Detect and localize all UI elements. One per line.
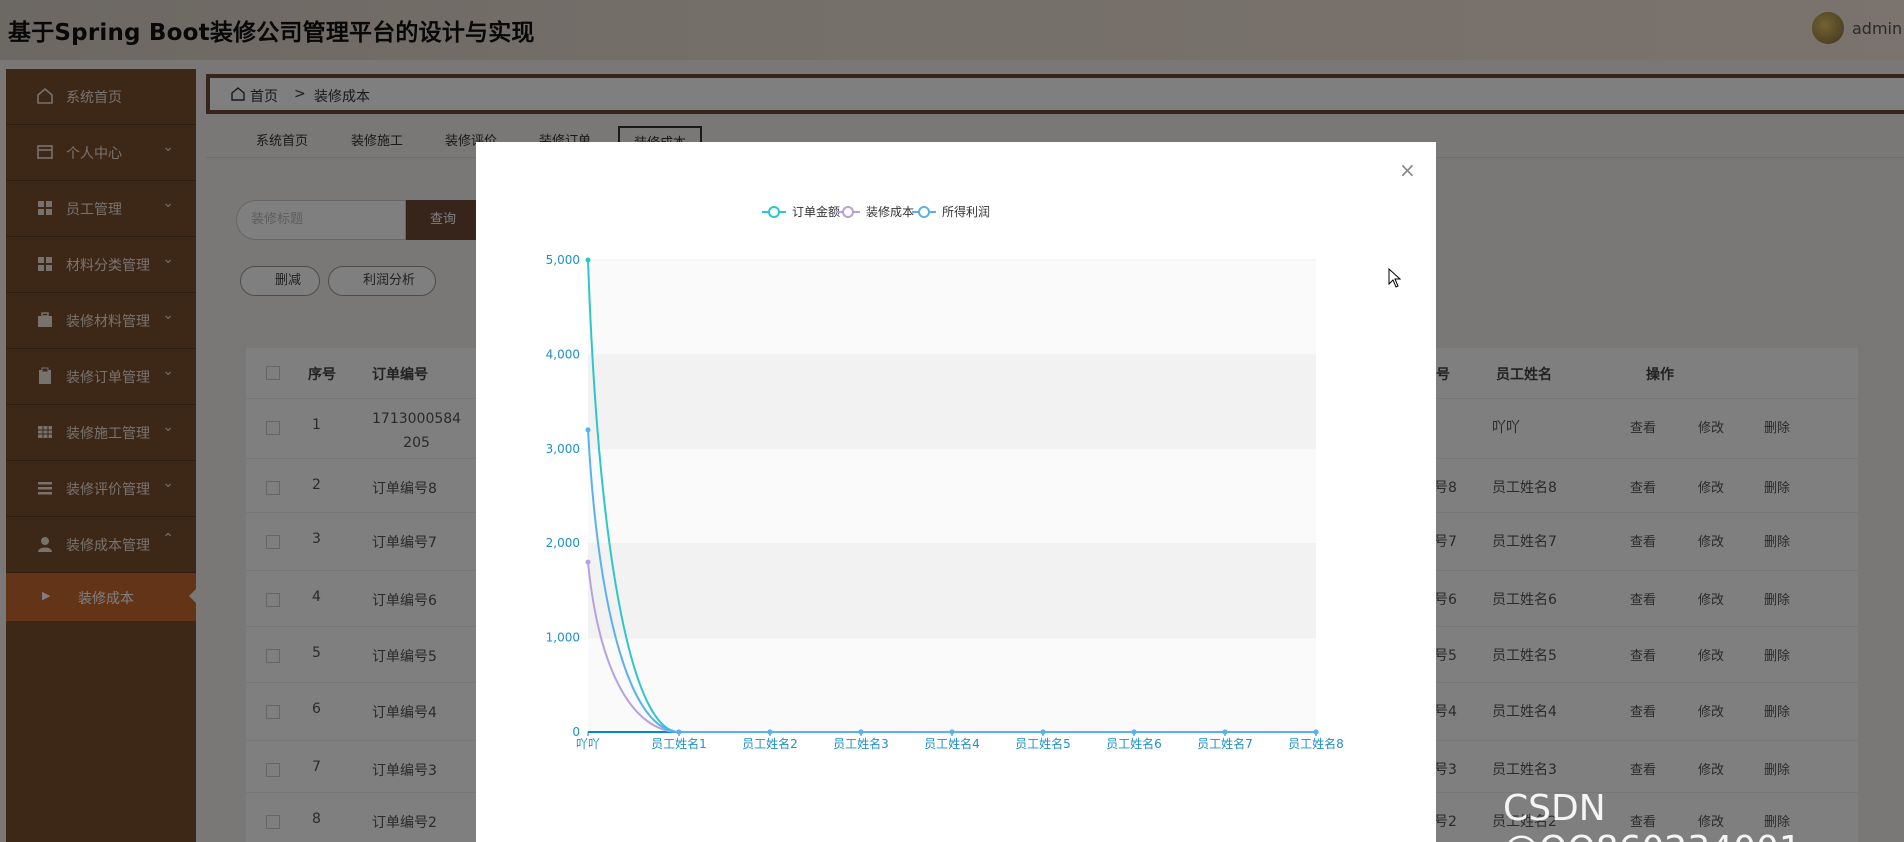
profit-line-chart: 01,0002,0003,0004,0005,000吖吖 员工姓名1 员工姓名2 员工…: [546, 204, 1344, 751]
legend-marker: [768, 206, 780, 218]
series-point-2: [1040, 729, 1046, 735]
grid-band: [588, 354, 1316, 449]
series-point-2: [767, 729, 773, 735]
series-point-2: [1313, 729, 1319, 735]
grid-band: [588, 543, 1316, 638]
series-point-2: [1131, 729, 1137, 735]
x-tick-label: 员工姓名1: [651, 736, 707, 751]
watermark: CSDN @QQ860234001: [1503, 788, 1802, 842]
legend-label: 装修成本: [866, 204, 914, 219]
grid-band: [588, 448, 1316, 544]
cursor-icon: [1388, 268, 1402, 288]
series-point-2: [676, 729, 682, 735]
y-tick-label: 3,000: [546, 442, 580, 456]
series-point-1: [585, 559, 591, 565]
y-tick-label: 1,000: [546, 631, 580, 645]
series-point-2: [1222, 729, 1228, 735]
y-tick-label: 5,000: [546, 253, 580, 267]
x-tick-label: 员工姓名5: [1015, 736, 1071, 751]
grid-band: [588, 637, 1316, 732]
series-point-2: [585, 427, 591, 433]
x-tick-label: 员工姓名7: [1197, 736, 1253, 751]
x-tick-label: 吖吖: [576, 737, 600, 751]
x-tick-label: 员工姓名8: [1288, 736, 1344, 751]
series-point-2: [858, 729, 864, 735]
legend-label: 所得利润: [942, 204, 990, 219]
legend-label: 订单金额: [792, 204, 840, 219]
grid-band: [588, 260, 1316, 355]
series-point-2: [949, 729, 955, 735]
legend-marker: [842, 206, 854, 218]
x-tick-label: 员工姓名3: [833, 736, 889, 751]
profit-chart-dialog: × 0 1,000 2,000 3,000 4,000 5,000 吖吖 员工姓名1 员工姓名2…: [476, 142, 1436, 842]
x-tick-label: 员工姓名4: [924, 736, 980, 751]
series-point-0: [585, 257, 591, 263]
y-tick-label: 4,000: [546, 347, 580, 361]
y-tick-label: 2,000: [546, 536, 580, 550]
x-tick-label: 员工姓名6: [1106, 736, 1162, 751]
legend-marker: [918, 206, 930, 218]
x-tick-label: 员工姓名2: [742, 736, 798, 751]
